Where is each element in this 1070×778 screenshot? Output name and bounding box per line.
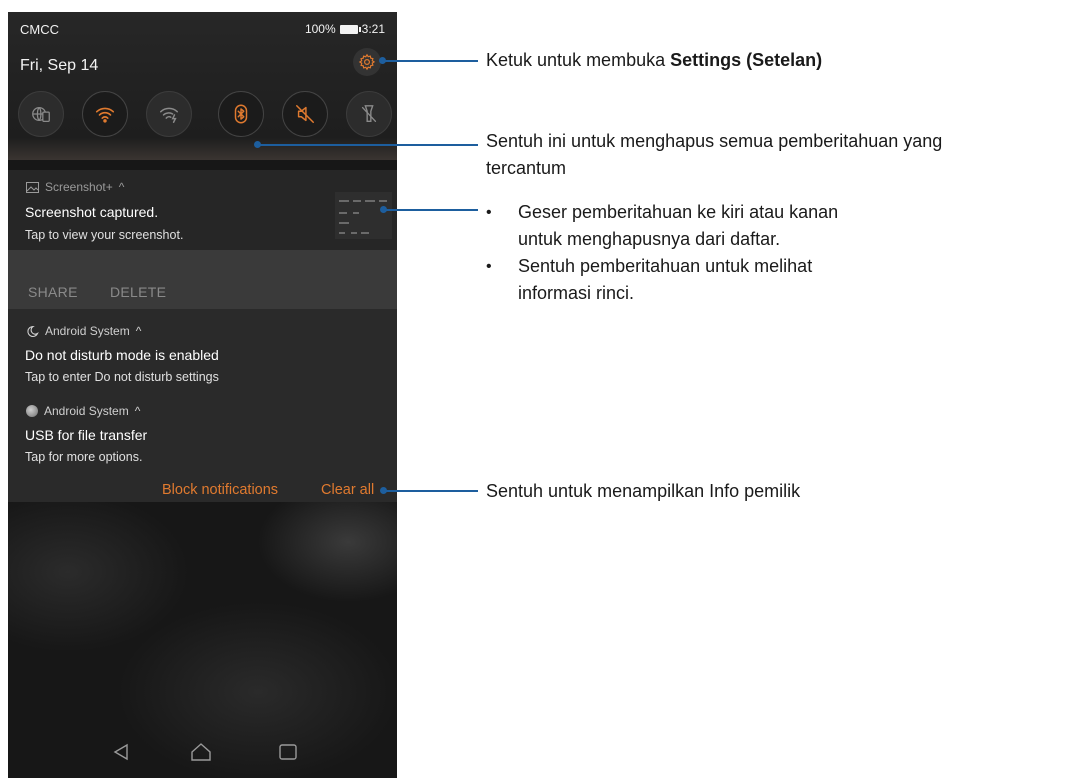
notification-title[interactable]: Do not disturb mode is enabled bbox=[25, 347, 219, 363]
moon-icon bbox=[27, 325, 39, 337]
app-name: Android System bbox=[44, 404, 129, 418]
wifi-hotspot-icon bbox=[160, 107, 178, 123]
tile-flashlight[interactable] bbox=[346, 91, 392, 137]
callout-clear-line2: tercantum bbox=[486, 158, 567, 178]
callout-line-clear bbox=[259, 144, 478, 146]
carrier-label: CMCC bbox=[20, 22, 59, 37]
android-system-icon bbox=[26, 405, 38, 417]
flashlight-off-icon bbox=[361, 105, 377, 123]
status-right: 100% 3:21 bbox=[305, 22, 385, 36]
notification-actions bbox=[8, 250, 397, 309]
tile-sound[interactable] bbox=[282, 91, 328, 137]
callout-clear-line1: Sentuh ini untuk menghapus semua pemberi… bbox=[486, 131, 943, 151]
share-button[interactable]: SHARE bbox=[28, 284, 78, 300]
quick-tiles bbox=[18, 91, 392, 137]
notification-title: Screenshot captured. bbox=[25, 204, 159, 220]
notification-header: Android System ^ bbox=[26, 324, 141, 338]
callout-settings-bold: Settings (Setelan) bbox=[670, 50, 823, 70]
settings-button[interactable] bbox=[353, 48, 381, 76]
network-globe-icon bbox=[32, 106, 50, 122]
bullet2-line1: Sentuh pemberitahuan untuk melihat bbox=[518, 256, 813, 276]
callout-settings-text: Ketuk untuk membuka bbox=[486, 50, 671, 70]
bluetooth-icon bbox=[234, 104, 248, 124]
notification-header: Android System ^ bbox=[26, 404, 140, 418]
notification-text: Tap to enter Do not disturb settings bbox=[25, 370, 219, 384]
screenshot-thumbnail[interactable] bbox=[335, 192, 392, 239]
callout-line-settings bbox=[384, 60, 478, 62]
callout-settings: Ketuk untuk membuka Settings (Setelan) bbox=[486, 47, 822, 74]
bullet2-line2: informasi rinci. bbox=[518, 283, 635, 303]
battery-icon bbox=[339, 24, 361, 34]
gear-icon bbox=[358, 53, 376, 71]
navigation-bar bbox=[8, 730, 397, 778]
mute-icon bbox=[296, 105, 314, 123]
bullet-item: Geser pemberitahuan ke kiri atau kanan u… bbox=[484, 199, 954, 253]
callout-line-notification bbox=[385, 209, 478, 211]
tile-bluetooth[interactable] bbox=[218, 91, 264, 137]
tile-wifi[interactable] bbox=[82, 91, 128, 137]
chevron-up-icon[interactable]: ^ bbox=[119, 180, 125, 194]
notification-header: Screenshot+ ^ bbox=[26, 180, 124, 194]
phone-screen: CMCC 100% 3:21 Fri, Sep 14 Screenshot+ ^… bbox=[8, 12, 397, 778]
delete-button[interactable]: DELETE bbox=[110, 284, 166, 300]
quick-settings-panel: CMCC 100% 3:21 Fri, Sep 14 bbox=[8, 12, 397, 160]
recent-apps-icon[interactable] bbox=[278, 742, 298, 762]
callout-line-owner bbox=[385, 490, 478, 492]
bullet1-line1: Geser pemberitahuan ke kiri atau kanan bbox=[518, 202, 839, 222]
bullet-item: Sentuh pemberitahuan untuk melihat infor… bbox=[484, 253, 954, 307]
app-name: Screenshot+ bbox=[45, 180, 113, 194]
app-name: Android System bbox=[45, 324, 130, 338]
chevron-up-icon[interactable]: ^ bbox=[135, 404, 141, 418]
wifi-icon bbox=[95, 107, 115, 123]
tile-network[interactable] bbox=[18, 91, 64, 137]
bullet1-line2: untuk menghapusnya dari daftar. bbox=[518, 229, 781, 249]
back-icon[interactable] bbox=[112, 742, 130, 762]
callout-owner-info: Sentuh untuk menampilkan Info pemilik bbox=[486, 481, 801, 501]
callout-clear-notifications: Sentuh ini untuk menghapus semua pemberi… bbox=[486, 128, 1066, 182]
clock: 3:21 bbox=[361, 22, 385, 36]
notification-text: Tap for more options. bbox=[25, 450, 143, 464]
image-icon bbox=[26, 181, 39, 193]
block-notifications-button[interactable]: Block notifications bbox=[162, 482, 278, 498]
battery-percent: 100% bbox=[304, 22, 336, 36]
date-label: Fri, Sep 14 bbox=[20, 57, 99, 74]
tile-hotspot[interactable] bbox=[146, 91, 192, 137]
notification-title[interactable]: USB for file transfer bbox=[25, 427, 147, 443]
callout-notification-tips: Geser pemberitahuan ke kiri atau kanan u… bbox=[484, 199, 954, 307]
home-icon[interactable] bbox=[190, 742, 212, 762]
clear-all-button[interactable]: Clear all bbox=[321, 482, 374, 498]
chevron-up-icon[interactable]: ^ bbox=[136, 324, 142, 338]
notification-text: Tap to view your screenshot. bbox=[25, 228, 184, 242]
